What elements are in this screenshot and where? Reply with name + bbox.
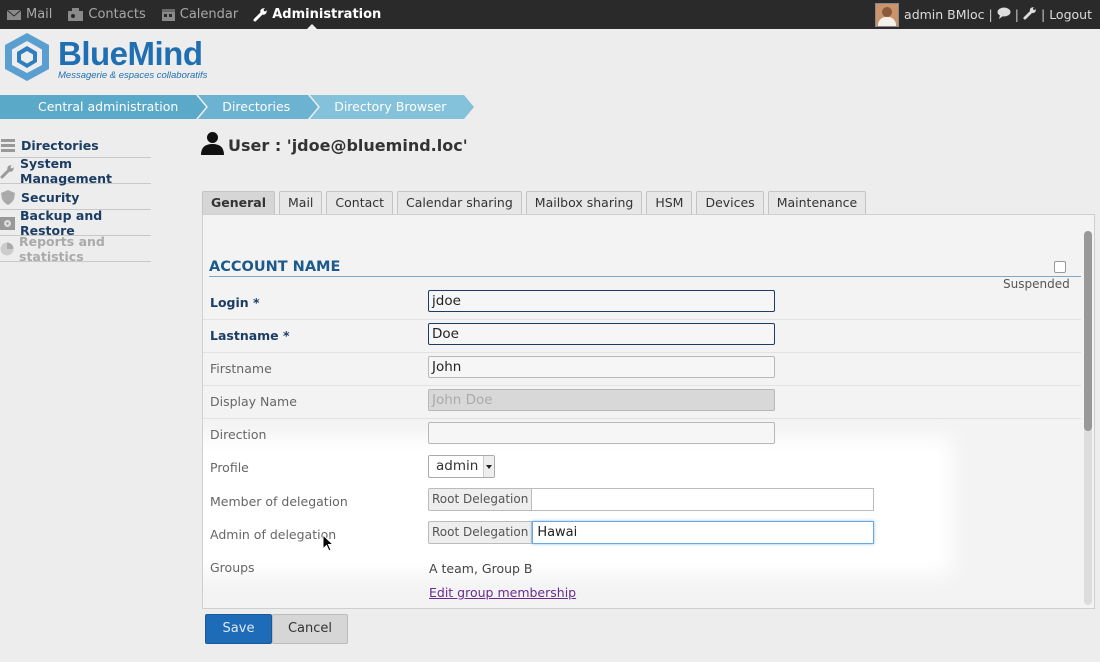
cancel-button[interactable]: Cancel [272, 614, 348, 644]
sidebar-item-label: Security [21, 189, 80, 205]
profile-label: Profile [210, 460, 249, 475]
tab-calendar-sharing[interactable]: Calendar sharing [397, 191, 522, 214]
scrollbar-thumb[interactable] [1084, 231, 1092, 431]
profile-select-value: admin [436, 458, 479, 474]
scrollbar[interactable] [1084, 231, 1092, 605]
app-nav: Mail Contacts Calendar Administration [6, 0, 396, 29]
logo-text: BlueMind Messagerie & espaces collaborat… [58, 34, 208, 81]
chevron-down-icon [483, 456, 494, 477]
member-of-delegation-input[interactable] [532, 488, 874, 511]
direction-label: Direction [210, 427, 267, 442]
logo-name: BlueMind [58, 34, 203, 72]
page-title: User : 'jdoe@bluemind.loc' [201, 131, 468, 159]
separator: | [988, 7, 993, 22]
user-menu: admin BMloc | | | Logout [875, 0, 1092, 29]
profile-select[interactable]: admin [428, 455, 495, 478]
calendar-icon [161, 7, 176, 22]
groups-value: A team, Group B [429, 561, 533, 576]
nav-mail[interactable]: Mail [6, 7, 52, 22]
suspended-label: Suspended [1003, 277, 1070, 291]
tab-maintenance[interactable]: Maintenance [767, 191, 867, 214]
wrench-icon [253, 7, 268, 22]
display-name-label: Display Name [210, 394, 297, 409]
login-label: Login * [210, 295, 260, 310]
shield-icon [0, 189, 16, 205]
chart-icon [0, 242, 14, 256]
divider [203, 418, 1081, 419]
breadcrumb-central-administration[interactable]: Central administration [0, 95, 209, 119]
save-button[interactable]: Save [205, 614, 272, 644]
nav-calendar-label: Calendar [179, 7, 239, 22]
top-bar: Mail Contacts Calendar Administration ad… [0, 0, 1100, 29]
mail-icon [6, 8, 22, 21]
member-of-delegation-field: Root Delegation [428, 488, 874, 511]
page-title-text: User : 'jdoe@bluemind.loc' [228, 135, 468, 155]
admin-of-delegation-label: Admin of delegation [210, 527, 337, 542]
nav-contacts[interactable]: Contacts [67, 7, 146, 22]
breadcrumb: Central administration Directories Direc… [0, 95, 477, 119]
section-title: ACCOUNT NAME [209, 259, 1081, 277]
nav-administration[interactable]: Administration [253, 7, 382, 29]
tab-mailbox-sharing[interactable]: Mailbox sharing [525, 191, 643, 214]
sidebar: Directories System Management Security B… [0, 133, 151, 264]
chat-icon[interactable] [997, 7, 1011, 22]
logo-hexagon-icon [2, 31, 52, 87]
tab-contact[interactable]: Contact [326, 191, 394, 214]
form-content: ACCOUNT NAME Suspended Login * jdoe Last… [203, 215, 1081, 608]
delegation-prefix: Root Delegation [428, 521, 533, 544]
logout-link[interactable]: Logout [1049, 7, 1092, 22]
divider [203, 352, 1081, 353]
mouse-cursor-icon [322, 533, 335, 556]
firstname-label: Firstname [210, 361, 272, 376]
firstname-field[interactable]: John [428, 356, 775, 378]
tab-bar: General Mail Contact Calendar sharing Ma… [202, 191, 870, 214]
sidebar-item-label: System Management [20, 156, 113, 186]
tab-hsm[interactable]: HSM [646, 191, 693, 214]
divider [203, 385, 1081, 386]
separator: | [1040, 7, 1046, 22]
display-name-field: John Doe [428, 389, 775, 411]
admin-of-delegation-field: Root Delegation Hawai [428, 521, 874, 544]
sidebar-item-backup-restore[interactable]: Backup and Restore [0, 208, 151, 238]
sidebar-item-label: Reports and statistics [19, 234, 105, 264]
settings-wrench-icon[interactable] [1023, 6, 1037, 23]
lastname-label: Lastname * [210, 328, 290, 343]
bluemind-logo[interactable]: BlueMind Messagerie & espaces collaborat… [2, 33, 207, 85]
avatar[interactable] [875, 2, 900, 27]
admin-of-delegation-input[interactable]: Hawai [532, 521, 874, 544]
logo-tagline: Messagerie & espaces collaboratifs [58, 69, 208, 81]
sidebar-item-system-management[interactable]: System Management [0, 156, 151, 186]
nav-calendar[interactable]: Calendar [161, 7, 238, 22]
sidebar-item-label: Directories [21, 137, 99, 153]
lastname-field[interactable]: Doe [428, 323, 775, 345]
sidebar-item-directories[interactable]: Directories [0, 133, 151, 158]
direction-field[interactable] [428, 422, 775, 444]
tab-general[interactable]: General [202, 191, 275, 214]
directory-icon [0, 138, 16, 152]
user-name[interactable]: admin BMloc [904, 7, 985, 22]
nav-contacts-label: Contacts [88, 7, 146, 22]
delegation-prefix: Root Delegation [428, 488, 533, 511]
breadcrumb-directories[interactable]: Directories [198, 95, 321, 119]
nav-administration-label: Administration [272, 7, 382, 22]
edit-group-membership-link[interactable]: Edit group membership [429, 585, 576, 600]
groups-label: Groups [210, 560, 255, 575]
sidebar-item-reports-statistics[interactable]: Reports and statistics [0, 234, 151, 264]
breadcrumb-directory-browser[interactable]: Directory Browser [310, 95, 477, 119]
member-of-delegation-label: Member of delegation [210, 494, 348, 509]
tab-mail[interactable]: Mail [279, 191, 323, 214]
general-panel: ACCOUNT NAME Suspended Login * jdoe Last… [202, 214, 1095, 609]
wrench-icon [0, 164, 15, 178]
divider [203, 319, 1081, 320]
login-field[interactable]: jdoe [428, 290, 775, 312]
user-icon [201, 131, 224, 159]
suspended-checkbox[interactable] [1054, 261, 1066, 273]
backup-icon [0, 216, 15, 230]
separator: | [1014, 7, 1019, 22]
sidebar-item-security[interactable]: Security [0, 185, 151, 210]
contacts-icon [67, 7, 84, 22]
tab-devices[interactable]: Devices [696, 191, 764, 214]
nav-mail-label: Mail [26, 7, 53, 22]
